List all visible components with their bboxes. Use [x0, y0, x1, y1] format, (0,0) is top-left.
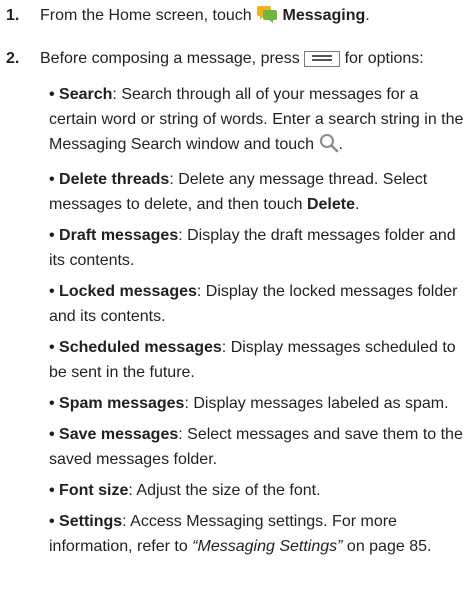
list-item: • Search: Search through all of your mes…: [49, 82, 469, 161]
step-1-end: .: [365, 7, 370, 24]
option-end: on page 85.: [342, 538, 432, 555]
list-item: • Spam messages: Display messages labele…: [49, 391, 469, 416]
option-text: : Search through all of your messages fo…: [49, 86, 464, 153]
option-text: : Display messages labeled as spam.: [184, 395, 449, 412]
option-term: Save messages: [59, 426, 179, 443]
menu-key-icon: [304, 50, 341, 76]
option-term: Search: [59, 86, 113, 103]
option-term: Locked messages: [59, 283, 197, 300]
step-2-end: for options:: [340, 50, 424, 67]
step-2: 2. Before composing a message, press for…: [0, 46, 470, 76]
bullet: •: [49, 227, 60, 244]
messaging-app-icon: [256, 4, 278, 33]
bullet: •: [49, 171, 60, 188]
step-number: 2.: [6, 50, 20, 67]
bullet: •: [49, 426, 60, 443]
option-text: : Adjust the size of the font.: [128, 482, 321, 499]
option-end: .: [338, 136, 343, 153]
option-term: Scheduled messages: [59, 339, 222, 356]
list-item: • Delete threads: Delete any message thr…: [49, 167, 469, 217]
list-item: • Locked messages: Display the locked me…: [49, 279, 469, 329]
bullet: •: [49, 513, 60, 530]
options-list: • Search: Search through all of your mes…: [49, 82, 469, 565]
messaging-settings-reference[interactable]: “Messaging Settings”: [192, 538, 342, 555]
option-term: Spam messages: [59, 395, 185, 412]
option-end: .: [354, 196, 360, 213]
step-2-text: Before composing a message, press: [40, 50, 305, 67]
option-term: Settings: [59, 513, 123, 530]
bullet: •: [49, 482, 60, 499]
step-1-text: From the Home screen, touch: [40, 7, 257, 24]
option-term: Font size: [59, 482, 129, 499]
option-term: Draft messages: [59, 227, 179, 244]
list-item: • Save messages: Select messages and sav…: [49, 422, 469, 472]
bullet: •: [49, 339, 60, 356]
bullet: •: [49, 395, 60, 412]
delete-label: Delete: [306, 196, 355, 213]
step-text: From the Home screen, touch Messaging.: [40, 3, 470, 33]
option-term: Delete threads: [59, 171, 170, 188]
list-item: • Font size: Adjust the size of the font…: [49, 478, 469, 503]
step-text: Before composing a message, press for op…: [40, 46, 470, 76]
list-item: • Scheduled messages: Display messages s…: [49, 335, 469, 385]
bullet: •: [49, 283, 60, 300]
messaging-label: Messaging: [282, 7, 366, 24]
list-item: • Draft messages: Display the draft mess…: [49, 223, 469, 273]
list-item: • Settings: Access Messaging settings. F…: [49, 509, 469, 559]
step-1: 1. From the Home screen, touch Messaging…: [0, 3, 470, 33]
document-page: 1. From the Home screen, touch Messaging…: [0, 0, 476, 591]
bullet: •: [49, 86, 60, 103]
step-number: 1.: [6, 7, 20, 24]
search-icon: [319, 133, 339, 161]
